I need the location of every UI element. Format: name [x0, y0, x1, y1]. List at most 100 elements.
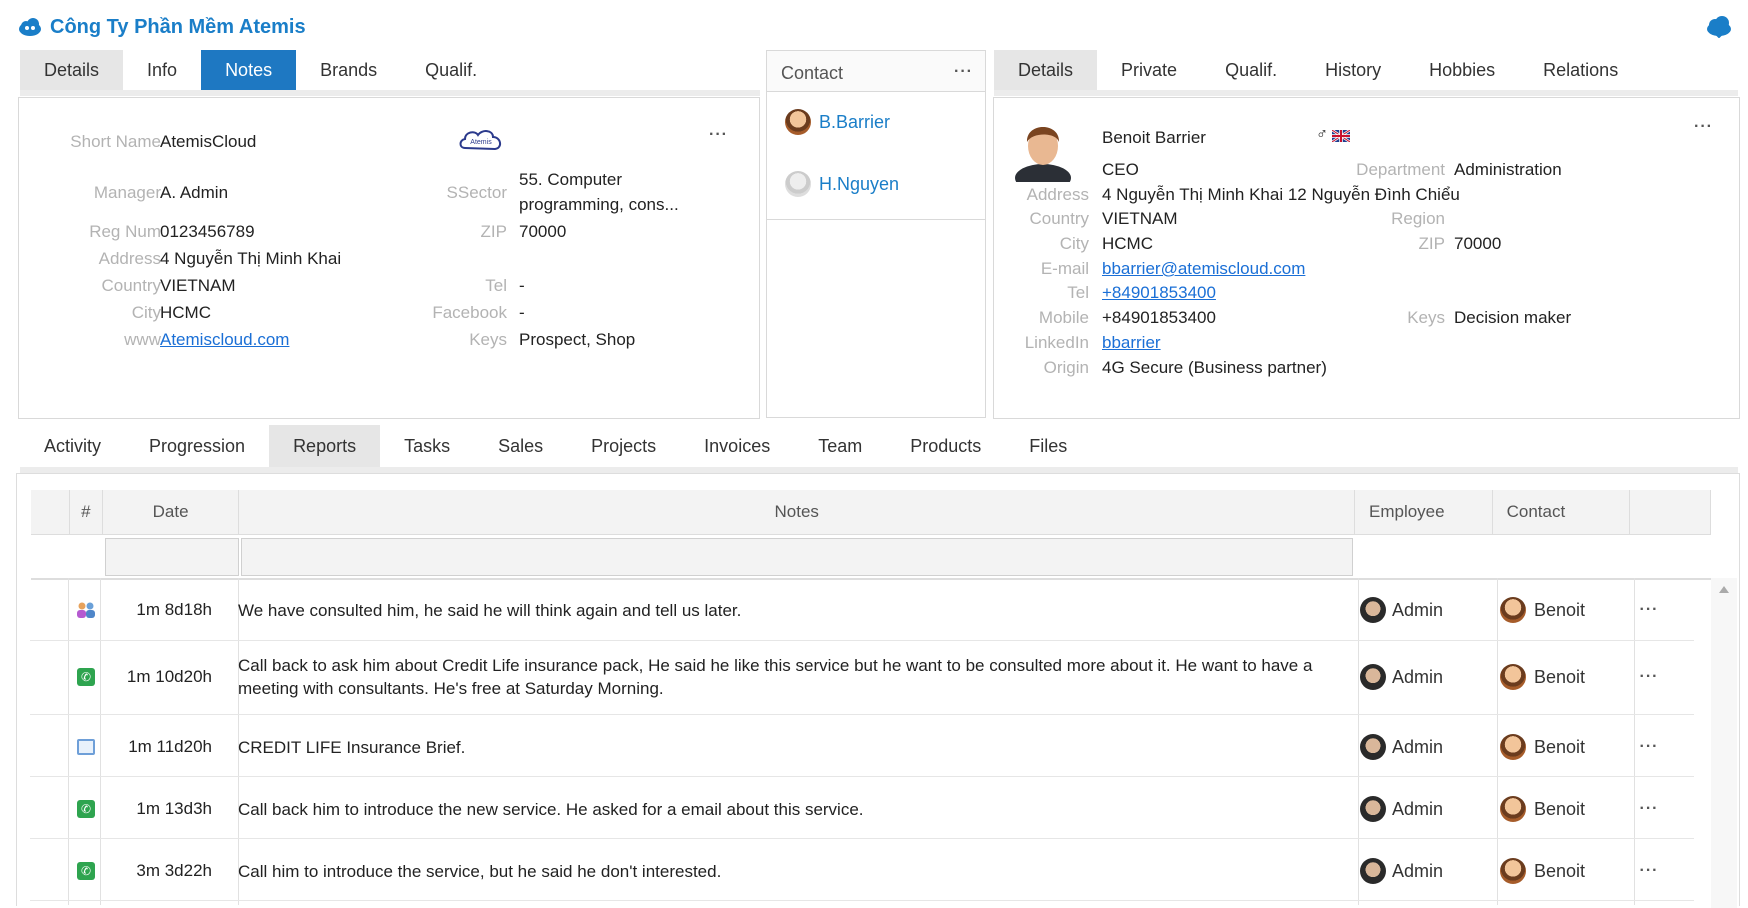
row-notes: CREDIT LIFE Insurance Brief. — [238, 737, 466, 757]
grid-header-notes[interactable]: Notes — [239, 490, 1355, 534]
employee-name: Admin — [1392, 666, 1444, 687]
row-contact[interactable]: Benoit — [1482, 597, 1619, 623]
row-employee[interactable]: Admin — [1344, 597, 1482, 623]
phone-icon: ✆ — [77, 668, 95, 686]
tab-history[interactable]: History — [1301, 50, 1405, 90]
row-separator — [30, 776, 1694, 777]
contact-item-hnguyen[interactable]: H.Nguyen — [785, 171, 899, 197]
row-contact[interactable]: Benoit — [1482, 858, 1619, 884]
tab-private[interactable]: Private — [1097, 50, 1201, 90]
contact-item-bbarrier[interactable]: B.Barrier — [785, 109, 890, 135]
tab-tasks[interactable]: Tasks — [380, 425, 474, 467]
phone-icon: ✆ — [77, 862, 95, 880]
address-value: 4 Nguyễn Thị Minh Khai — [160, 249, 342, 268]
email-link[interactable]: bbarrier@atemiscloud.com — [1102, 259, 1305, 279]
row-icon-cell — [70, 601, 102, 619]
tab-relations[interactable]: Relations — [1519, 50, 1642, 90]
table-row[interactable]: ✆ 1m 13d3h Call back him to introduce th… — [70, 787, 1710, 831]
grid-scrollbar[interactable] — [1711, 578, 1737, 908]
person-tel-label: Tel — [1067, 283, 1089, 302]
gender-icon: ♂ — [1316, 126, 1328, 143]
table-row[interactable]: ✆ 1m 10d20h Call back to ask him about C… — [70, 648, 1710, 706]
zip-label: ZIP — [480, 222, 507, 241]
row-contact[interactable]: Benoit — [1482, 734, 1619, 760]
row-separator — [30, 900, 1694, 901]
contact-avatar — [1500, 858, 1526, 884]
row-more-button[interactable]: ··· — [1619, 738, 1679, 756]
grid-header-spacer — [31, 490, 70, 534]
tab-products[interactable]: Products — [886, 425, 1005, 467]
scroll-up-arrow[interactable] — [1719, 586, 1729, 593]
tab-person-qualif[interactable]: Qualif. — [1201, 50, 1301, 90]
contact-avatar — [1500, 796, 1526, 822]
tab-hobbies[interactable]: Hobbies — [1405, 50, 1519, 90]
row-separator — [30, 714, 1694, 715]
person-address-label: Address — [1026, 185, 1089, 204]
table-row[interactable]: 1m 8d18h We have consulted him, he said … — [70, 588, 1710, 632]
employee-avatar — [1360, 734, 1386, 760]
employee-name: Admin — [1392, 860, 1444, 881]
contact-name: Benoit — [1534, 599, 1586, 620]
table-row[interactable]: 1m 11d20h CREDIT LIFE Insurance Brief. A… — [70, 725, 1710, 769]
region-label: Region — [1391, 209, 1445, 228]
tab-projects[interactable]: Projects — [567, 425, 680, 467]
grid-header-num[interactable]: # — [70, 490, 103, 534]
row-more-button[interactable]: ··· — [1619, 601, 1679, 619]
cloud-menu-icon[interactable] — [1706, 16, 1732, 38]
tab-invoices[interactable]: Invoices — [680, 425, 794, 467]
table-row[interactable]: ✆ 3m 3d22h Call him to introduce the ser… — [70, 849, 1710, 893]
tab-activity[interactable]: Activity — [20, 425, 125, 467]
row-separator — [30, 838, 1694, 839]
person-details-panel: Benoit Barrier ♂ ··· CEO Department Admi… — [993, 97, 1740, 419]
row-employee[interactable]: Admin — [1344, 796, 1482, 822]
person-zip-value: 70000 — [1454, 234, 1502, 253]
tab-reports[interactable]: Reports — [269, 425, 381, 467]
person-city-value: HCMC — [1102, 234, 1153, 253]
contacts-more-button[interactable]: ··· — [954, 63, 973, 81]
svg-text:Atemis: Atemis — [470, 139, 492, 146]
tab-brands[interactable]: Brands — [296, 50, 401, 90]
grid-header-actions — [1630, 490, 1711, 534]
ssector-label: SSector — [446, 183, 507, 202]
tab-details[interactable]: Details — [20, 50, 124, 90]
www-link[interactable]: Atemiscloud.com — [160, 330, 289, 350]
date-filter-input[interactable] — [105, 538, 239, 576]
row-icon-cell: ✆ — [70, 862, 102, 880]
tab-sales[interactable]: Sales — [474, 425, 567, 467]
tab-notes[interactable]: Notes — [201, 50, 297, 90]
tab-progression[interactable]: Progression — [125, 425, 269, 467]
uk-flag-icon — [1332, 130, 1350, 142]
company-more-button[interactable]: ··· — [709, 126, 728, 144]
person-city-label: City — [1059, 234, 1089, 253]
person-more-button[interactable]: ··· — [1694, 118, 1713, 136]
row-employee[interactable]: Admin — [1344, 858, 1482, 884]
department-value: Administration — [1454, 160, 1562, 179]
tab-qualif[interactable]: Qualif. — [401, 50, 501, 90]
cloud-logo-icon — [19, 18, 41, 36]
row-more-button[interactable]: ··· — [1619, 668, 1679, 686]
tab-files[interactable]: Files — [1005, 425, 1091, 467]
row-date: 1m 8d18h — [136, 600, 212, 619]
tab-person-details[interactable]: Details — [994, 50, 1098, 90]
grid-header: # Date Notes Employee Contact — [31, 490, 1711, 535]
person-keys-label: Keys — [1407, 308, 1445, 327]
row-contact[interactable]: Benoit — [1482, 796, 1619, 822]
city-label: City — [131, 303, 161, 322]
regnum-value: 0123456789 — [160, 222, 255, 241]
filter-divider — [31, 578, 1711, 580]
row-more-button[interactable]: ··· — [1619, 862, 1679, 880]
row-employee[interactable]: Admin — [1344, 734, 1482, 760]
grid-header-employee[interactable]: Employee — [1355, 490, 1493, 534]
zip-value: 70000 — [519, 222, 567, 241]
linkedin-link[interactable]: bbarrier — [1102, 333, 1161, 353]
grid-header-date[interactable]: Date — [103, 490, 240, 534]
row-contact[interactable]: Benoit — [1482, 664, 1619, 690]
row-date: 1m 10d20h — [126, 667, 212, 686]
row-employee[interactable]: Admin — [1344, 664, 1482, 690]
tab-team[interactable]: Team — [794, 425, 886, 467]
row-more-button[interactable]: ··· — [1619, 800, 1679, 818]
grid-header-contact[interactable]: Contact — [1493, 490, 1631, 534]
tab-info[interactable]: Info — [123, 50, 201, 90]
tel-link[interactable]: +84901853400 — [1102, 283, 1216, 303]
notes-filter-input[interactable] — [241, 538, 1353, 576]
